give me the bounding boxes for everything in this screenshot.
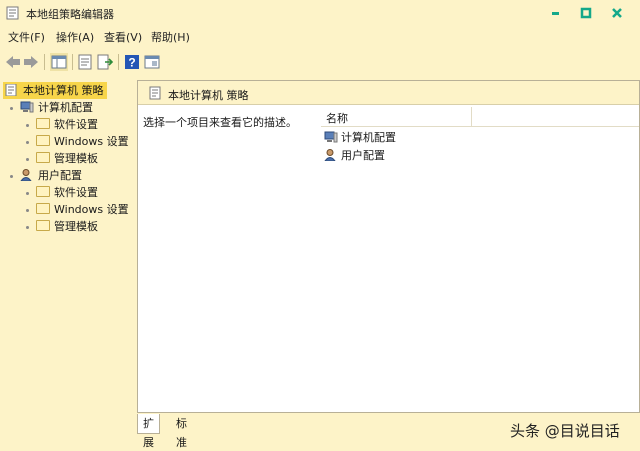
tree-item-computer-windows-settings[interactable]: Windows 设置 [36,133,129,150]
user-icon [324,149,336,161]
navigation-tree: 本地计算机 策略 计算机配置 软件设置 Windows 设置 管理模板 用户配置… [0,78,136,438]
toolbar-separator [118,54,119,70]
minimize-button[interactable] [548,5,564,21]
expand-bullet[interactable] [10,175,13,178]
menu-help[interactable]: 帮助(H) [151,29,190,45]
tree-item-local-computer-policy[interactable]: 本地计算机 策略 [3,82,107,99]
tree-item-computer-config[interactable]: 计算机配置 [20,99,93,116]
tab-standard[interactable]: 标准 [171,414,192,449]
folder-icon [36,152,50,163]
expand-bullet[interactable] [10,107,13,110]
help-icon[interactable]: ? [123,53,141,71]
show-hide-tree-icon[interactable] [50,53,68,71]
expand-bullet[interactable] [26,226,29,229]
description-text: 选择一个项目来查看它的描述。 [143,116,297,129]
tab-extended[interactable]: 扩展 [137,414,160,449]
tree-item-user-config[interactable]: 用户配置 [20,167,82,184]
computer-icon [20,101,34,113]
window-title: 本地组策略编辑器 [26,8,114,21]
menu-view[interactable]: 查看(V) [104,29,142,45]
toolbar-separator [44,54,45,70]
view-icon[interactable] [143,53,161,71]
panel-title: 本地计算机 策略 [168,89,249,102]
tree-item-label: 计算机配置 [38,101,93,114]
tree-item-label: 软件设置 [54,118,98,131]
expand-bullet[interactable] [26,158,29,161]
forward-arrow-icon[interactable] [22,53,40,71]
menu-bar: 文件(F) 操作(A) 查看(V) 帮助(H) [0,26,640,46]
export-list-icon[interactable] [96,53,114,71]
maximize-button[interactable] [578,5,594,21]
tree-item-label: Windows 设置 [54,135,129,148]
tree-item-label: 管理模板 [54,152,98,165]
toolbar: ? [0,48,640,76]
policy-editor-icon [6,6,19,20]
computer-icon [324,131,338,143]
tree-item-computer-admin-templates[interactable]: 管理模板 [36,150,98,167]
tree-item-user-admin-templates[interactable]: 管理模板 [36,218,98,235]
tree-item-label: 用户配置 [38,169,82,182]
policy-document-icon [149,86,161,100]
menu-file[interactable]: 文件(F) [8,29,45,45]
list-item-user-config[interactable]: 用户配置 [324,147,385,164]
column-name-header[interactable]: 名称 [326,110,348,126]
close-icon [612,8,622,18]
tree-item-user-windows-settings[interactable]: Windows 设置 [36,201,129,218]
panel-header: 本地计算机 策略 [138,81,639,105]
tree-item-computer-software-settings[interactable]: 软件设置 [36,116,98,133]
properties-icon[interactable] [76,53,94,71]
tree-item-label: 本地计算机 策略 [23,84,104,97]
folder-icon [36,135,50,146]
menu-action[interactable]: 操作(A) [56,29,94,45]
expand-bullet[interactable] [26,209,29,212]
list-column-header: 名称 [321,107,639,127]
expand-bullet[interactable] [26,141,29,144]
tree-item-label: 管理模板 [54,220,98,233]
tree-item-label: Windows 设置 [54,203,129,216]
user-icon [20,169,32,181]
back-arrow-icon[interactable] [4,53,22,71]
maximize-icon [580,7,592,19]
list-item-computer-config[interactable]: 计算机配置 [324,129,396,146]
column-divider[interactable] [471,107,472,127]
svg-text:?: ? [128,56,135,70]
expand-bullet[interactable] [26,192,29,195]
folder-icon [36,220,50,231]
folder-icon [36,186,50,197]
expand-bullet[interactable] [26,124,29,127]
folder-icon [36,203,50,214]
folder-icon [36,118,50,129]
list-item-label: 用户配置 [341,149,385,162]
tree-item-label: 软件设置 [54,186,98,199]
toolbar-separator [72,54,73,70]
close-button[interactable] [609,5,625,21]
policy-document-icon [5,84,17,96]
watermark-text: 头条 @目说目话 [510,422,620,440]
list-item-label: 计算机配置 [341,131,396,144]
title-bar: 本地组策略编辑器 [0,0,640,26]
details-panel: 本地计算机 策略 选择一个项目来查看它的描述。 名称 计算机配置 用户配置 [137,80,640,413]
minimize-icon [552,12,559,15]
tree-item-user-software-settings[interactable]: 软件设置 [36,184,98,201]
